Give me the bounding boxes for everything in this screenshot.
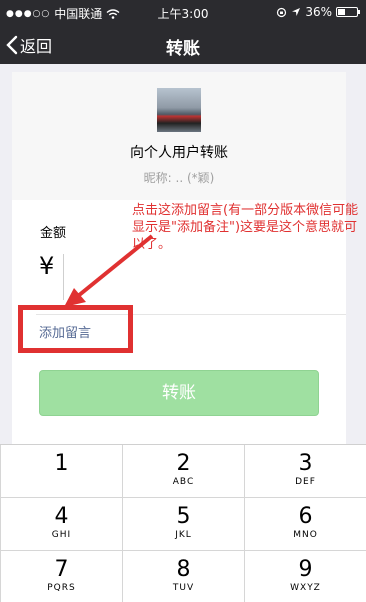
battery-fill xyxy=(338,9,346,15)
lock-rotation-icon xyxy=(277,7,287,17)
battery-icon xyxy=(336,7,360,17)
key-letters: GHI xyxy=(51,530,72,540)
key-digit: 7 xyxy=(54,557,69,582)
status-bar: ●●●○○ 中国联通 上午3:00 36% xyxy=(0,0,366,24)
annotation-highlight-box xyxy=(18,305,133,353)
key-digit: 6 xyxy=(298,504,313,529)
transfer-button[interactable]: 转账 xyxy=(39,370,319,416)
transfer-card: 向个人用户转账 昵称: .. (*颖) 金额 ¥ 添加留言 转账 xyxy=(12,72,346,444)
key-8[interactable]: 8 TUV xyxy=(122,551,244,602)
key-9[interactable]: 9 WXYZ xyxy=(244,551,366,602)
key-digit: 2 xyxy=(176,451,191,476)
key-digit: 1 xyxy=(54,451,69,476)
page-title: 转账 xyxy=(166,39,200,59)
navigation-bar: 返回 转账 xyxy=(0,26,366,64)
location-icon xyxy=(292,8,301,16)
key-letters: TUV xyxy=(172,583,195,593)
key-letters: WXYZ xyxy=(290,583,321,593)
key-digit: 3 xyxy=(298,451,313,476)
key-2[interactable]: 2 ABC xyxy=(122,445,244,498)
key-letters: JKL xyxy=(175,530,192,540)
key-digit: 9 xyxy=(298,557,313,582)
currency-symbol: ¥ xyxy=(39,252,55,280)
recipient-title: 向个人用户转账 xyxy=(130,145,228,161)
amount-label: 金额 xyxy=(40,226,67,241)
key-1[interactable]: 1 xyxy=(0,445,122,498)
key-letters: MNO xyxy=(293,530,318,540)
key-5[interactable]: 5 JKL xyxy=(122,498,244,551)
key-7[interactable]: 7 PQRS xyxy=(0,551,122,602)
key-digit: 4 xyxy=(54,504,69,529)
key-6[interactable]: 6 MNO xyxy=(244,498,366,551)
numeric-keypad: 1 2 ABC 3 DEF 4 GHI 5 JKL 6 MNO 7 PQRS 8… xyxy=(0,444,366,602)
key-3[interactable]: 3 DEF xyxy=(244,445,366,498)
key-4[interactable]: 4 GHI xyxy=(0,498,122,551)
recipient-section: 向个人用户转账 昵称: .. (*颖) xyxy=(12,72,346,200)
recipient-nickname: 昵称: .. (*颖) xyxy=(143,171,215,185)
key-digit: 8 xyxy=(176,557,191,582)
key-letters: ABC xyxy=(172,477,195,487)
key-letters: DEF xyxy=(295,477,316,487)
annotation-text: 点击这添加留言(有一部分版本微信可能显示是"添加备注")这要是这个意思就可以了。 xyxy=(132,203,359,252)
key-digit: 5 xyxy=(176,504,191,529)
status-right: 36% xyxy=(276,5,360,19)
battery-percent: 36% xyxy=(305,5,332,19)
key-letters: PQRS xyxy=(47,583,76,593)
avatar[interactable] xyxy=(157,88,201,132)
top-bar: ●●●○○ 中国联通 上午3:00 36% 返回 转账 xyxy=(0,0,366,64)
amount-input[interactable] xyxy=(63,254,64,300)
